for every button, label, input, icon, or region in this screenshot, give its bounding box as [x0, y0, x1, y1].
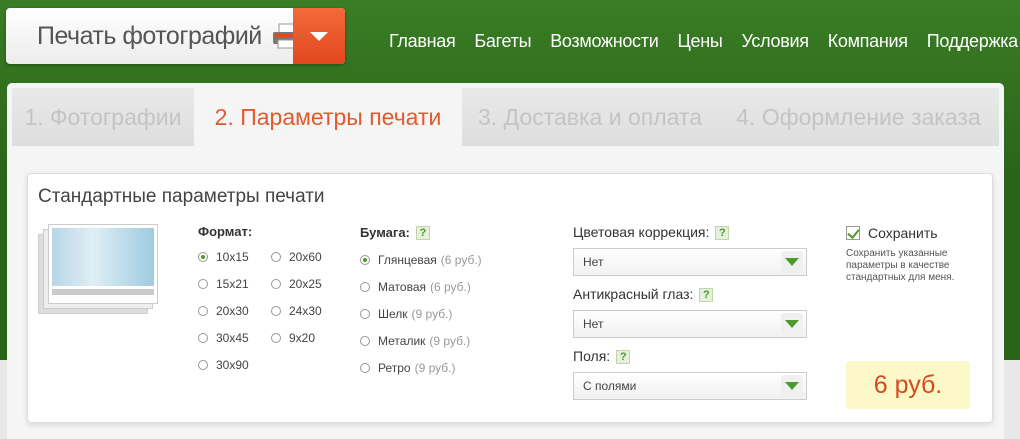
format-option[interactable]: 15x21	[198, 270, 271, 297]
chevron-down-icon	[781, 313, 803, 335]
format-label: Формат:	[198, 224, 253, 239]
help-icon[interactable]: ?	[699, 287, 714, 302]
radio-button[interactable]	[360, 308, 370, 319]
format-option[interactable]: 10x15	[198, 243, 271, 270]
photo-preview-stack	[38, 224, 158, 319]
margins-select[interactable]: С полями	[573, 372, 807, 400]
radio-button[interactable]	[271, 332, 281, 343]
logo-dropdown-button[interactable]	[293, 8, 345, 64]
photo-thumb	[48, 224, 158, 304]
photo-caption-strip	[52, 289, 154, 295]
radio-button[interactable]	[198, 332, 208, 343]
price-display: 6 руб.	[846, 361, 970, 409]
save-note: Сохранить указанные параметры в качестве…	[846, 248, 955, 283]
card-title: Стандартные параметры печати	[38, 186, 325, 207]
red-eye-group: Антикрасный глаз:? Нет	[573, 286, 807, 338]
radio-button[interactable]	[271, 251, 281, 262]
format-option[interactable]: 24x30	[271, 297, 322, 324]
radio-button[interactable]	[360, 335, 370, 346]
main-panel: 1. Фотографии 2. Параметры печати 3. Дос…	[7, 83, 1004, 439]
steps-tabs: 1. Фотографии 2. Параметры печати 3. Дос…	[12, 88, 999, 146]
nav-prices[interactable]: Цены	[677, 31, 722, 52]
radio-button[interactable]	[271, 305, 281, 316]
radio-button[interactable]	[198, 251, 208, 262]
nav-terms[interactable]: Условия	[741, 31, 809, 52]
paper-option[interactable]: Металик (9 руб.)	[360, 327, 482, 354]
red-eye-select[interactable]: Нет	[573, 310, 807, 338]
save-label: Сохранить	[868, 224, 938, 241]
tab-photos[interactable]: 1. Фотографии	[12, 88, 194, 146]
tab-delivery[interactable]: 3. Доставка и оплата	[462, 88, 718, 146]
logo-text: Печать фотографий	[37, 21, 262, 50]
save-checkbox[interactable]	[846, 225, 860, 240]
format-option[interactable]: 20x25	[271, 270, 322, 297]
help-icon[interactable]: ?	[715, 225, 730, 240]
format-option[interactable]: 30x90	[198, 351, 271, 378]
format-group: Формат: 10x15 15x21 20x30 30x45 30x90 20…	[198, 224, 322, 378]
main-nav: Главная Багеты Возможности Цены Условия …	[389, 31, 1018, 52]
color-correction-select[interactable]: Нет	[573, 248, 807, 276]
paper-label: Бумага:	[360, 225, 410, 240]
margins-group: Поля:? С полями	[573, 348, 807, 400]
radio-button[interactable]	[360, 281, 370, 292]
format-option[interactable]: 20x60	[271, 243, 322, 270]
chevron-down-icon	[781, 251, 803, 273]
tab-checkout[interactable]: 4. Оформление заказа	[718, 88, 999, 146]
paper-option[interactable]: Ретро (9 руб.)	[360, 354, 482, 381]
paper-group: Бумага:? Глянцевая (6 руб.) Матовая (6 руб…	[360, 224, 482, 381]
nav-support[interactable]: Поддержка	[927, 31, 1019, 52]
paper-option[interactable]: Глянцевая (6 руб.)	[360, 246, 482, 273]
margins-label: Поля:	[573, 348, 611, 364]
radio-button[interactable]	[360, 362, 370, 373]
red-eye-label: Антикрасный глаз:	[573, 286, 694, 302]
nav-features[interactable]: Возможности	[550, 31, 659, 52]
radio-button[interactable]	[360, 254, 370, 265]
help-icon[interactable]: ?	[616, 349, 631, 364]
radio-button[interactable]	[198, 359, 208, 370]
radio-button[interactable]	[198, 305, 208, 316]
paper-option[interactable]: Матовая (6 руб.)	[360, 273, 482, 300]
chevron-down-icon	[310, 31, 328, 41]
nav-home[interactable]: Главная	[389, 31, 456, 52]
format-option[interactable]: 30x45	[198, 324, 271, 351]
radio-button[interactable]	[198, 278, 208, 289]
print-params-card: Стандартные параметры печати Формат: 10x…	[27, 173, 993, 423]
color-correction-label: Цветовая коррекция:	[573, 224, 710, 240]
help-icon[interactable]: ?	[415, 225, 430, 240]
save-defaults: Сохранить Сохранить указанные параметры …	[846, 224, 976, 284]
chevron-down-icon	[781, 375, 803, 397]
nav-frames[interactable]: Багеты	[474, 31, 531, 52]
save-checkbox-row[interactable]: Сохранить	[846, 224, 976, 242]
paper-option[interactable]: Шелк (9 руб.)	[360, 300, 482, 327]
nav-company[interactable]: Компания	[828, 31, 908, 52]
radio-button[interactable]	[271, 278, 281, 289]
tab-print-params[interactable]: 2. Параметры печати	[194, 88, 462, 146]
photo-image	[52, 228, 154, 286]
color-correction-group: Цветовая коррекция:? Нет	[573, 224, 807, 276]
logo-box[interactable]: Печать фотографий	[6, 8, 345, 64]
format-option[interactable]: 9x20	[271, 324, 322, 351]
format-option[interactable]: 20x30	[198, 297, 271, 324]
